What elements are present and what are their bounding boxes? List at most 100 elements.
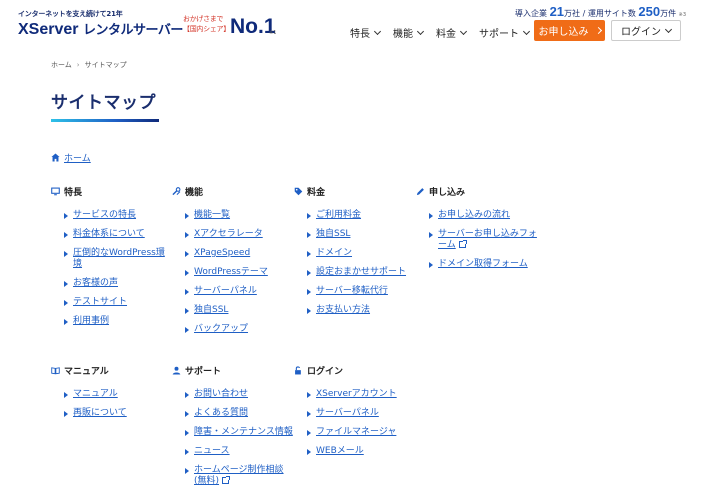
link-server-apply-form[interactable]: サーバーお申し込みフォーム xyxy=(438,229,537,250)
list-item: お支払い方法 xyxy=(307,305,414,316)
nav-support[interactable]: サポート xyxy=(479,25,531,40)
book-icon xyxy=(51,367,60,375)
nav-functions[interactable]: 機能 xyxy=(393,25,425,40)
link-server-panel-login[interactable]: サーバーパネル xyxy=(316,408,379,418)
link-resale[interactable]: 再販について xyxy=(73,408,127,418)
site-logo[interactable]: XServer レンタルサーバー xyxy=(18,19,183,39)
site-header: インターネットを支え続けて21年 XServer レンタルサーバー おかげさまで… xyxy=(0,0,710,50)
monitor-icon xyxy=(51,187,60,196)
link-manual[interactable]: マニュアル xyxy=(73,389,118,399)
link-wordpress-theme[interactable]: WordPressテーマ xyxy=(194,267,268,277)
share-badge: おかげさまで 【国内シェア】 No.1 ※1 xyxy=(183,14,283,40)
list-item: ホームページ制作相談(無料) xyxy=(185,465,285,487)
link-usage-fee[interactable]: ご利用料金 xyxy=(316,210,361,220)
link-server-panel[interactable]: サーバーパネル xyxy=(194,286,257,296)
tag-icon xyxy=(294,187,303,196)
home-link[interactable]: ホーム xyxy=(64,151,91,164)
list-item: よくある質問 xyxy=(185,408,294,419)
section-manual: マニュアル マニュアル 再販について xyxy=(51,364,171,427)
section-apply: 申し込み お申し込みの流れ サーバーお申し込みフォーム ドメイン取得フォーム xyxy=(416,185,546,278)
chevron-right-icon xyxy=(594,26,602,35)
list-item: 機能一覧 xyxy=(185,210,292,221)
list-item: サーバーお申し込みフォーム xyxy=(429,229,544,251)
list-item: 利用事例 xyxy=(64,316,171,327)
link-test-site[interactable]: テストサイト xyxy=(73,297,127,307)
section-heading: ログイン xyxy=(294,364,424,377)
list-item: ドメイン取得フォーム xyxy=(429,259,546,270)
link-backup[interactable]: バックアップ xyxy=(194,324,248,334)
section-heading: 特長 xyxy=(51,185,171,198)
list-item: お問い合わせ xyxy=(185,389,294,400)
link-xserver-account[interactable]: XServerアカウント xyxy=(316,389,397,399)
link-domain-form[interactable]: ドメイン取得フォーム xyxy=(438,259,528,269)
link-apply-flow[interactable]: お申し込みの流れ xyxy=(438,210,510,220)
link-domain[interactable]: ドメイン xyxy=(316,248,352,258)
link-maintenance-info[interactable]: 障害・メンテナンス情報 xyxy=(194,427,293,437)
list-item: サーバーパネル xyxy=(307,408,424,419)
link-faq[interactable]: よくある質問 xyxy=(194,408,248,418)
link-xpagespeed[interactable]: XPageSpeed xyxy=(194,248,250,258)
list-item: 独自SSL xyxy=(307,229,414,240)
section-support: サポート お問い合わせ よくある質問 障害・メンテナンス情報 ニュース ホームペ… xyxy=(172,364,294,495)
link-web-consult[interactable]: ホームページ制作相談(無料) xyxy=(194,465,284,486)
section-title: サポート xyxy=(185,367,222,377)
login-button[interactable]: ログイン xyxy=(611,20,681,41)
nav-features[interactable]: 特長 xyxy=(350,25,382,40)
breadcrumb-separator: › xyxy=(76,61,80,69)
list-item: 圧倒的なWordPress環境 xyxy=(64,248,171,270)
list-item: お客様の声 xyxy=(64,278,171,289)
link-ssl-pricing[interactable]: 独自SSL xyxy=(316,229,350,239)
link-ssl[interactable]: 独自SSL xyxy=(194,305,228,315)
link-case-studies[interactable]: 利用事例 xyxy=(73,316,109,326)
section-title: 機能 xyxy=(185,188,204,198)
link-news[interactable]: ニュース xyxy=(194,446,230,456)
link-setup-support[interactable]: 設定おまかせサポート xyxy=(316,267,406,277)
list-item: 再販について xyxy=(64,408,171,419)
list-item: ドメイン xyxy=(307,248,414,259)
list-item: WordPressテーマ xyxy=(185,267,292,278)
stats-sites-unit: 万件 xyxy=(660,9,677,18)
breadcrumb-home[interactable]: ホーム xyxy=(51,61,72,69)
link-contact[interactable]: お問い合わせ xyxy=(194,389,248,399)
link-wordpress-env[interactable]: 圧倒的なWordPress環境 xyxy=(73,248,165,269)
section-pricing: 料金 ご利用料金 独自SSL ドメイン 設定おまかせサポート サーバー移転代行 … xyxy=(294,185,414,324)
link-pricing-structure[interactable]: 料金体系について xyxy=(73,229,145,239)
nav-functions-label: 機能 xyxy=(393,29,413,40)
section-title: 特長 xyxy=(64,188,83,198)
sitemap-home: ホーム xyxy=(51,151,91,164)
list-item: ご利用料金 xyxy=(307,210,414,221)
section-heading: 機能 xyxy=(172,185,292,198)
usage-stats: 導入企業 21万社 / 運用サイト数 250万件 ※3 xyxy=(515,4,686,19)
link-service-features[interactable]: サービスの特長 xyxy=(73,210,136,220)
list-item: XServerアカウント xyxy=(307,389,424,400)
apply-button[interactable]: お申し込み xyxy=(534,20,605,41)
chevron-down-icon xyxy=(373,27,382,35)
stats-sites: 250 xyxy=(638,4,661,19)
link-server-migration[interactable]: サーバー移転代行 xyxy=(316,286,388,296)
list-item: テストサイト xyxy=(64,297,171,308)
link-customer-voice[interactable]: お客様の声 xyxy=(73,278,118,288)
title-underline xyxy=(51,119,159,122)
link-webmail[interactable]: WEBメール xyxy=(316,446,364,456)
list-item: 独自SSL xyxy=(185,305,292,316)
section-title: ログイン xyxy=(307,367,344,377)
list-item: ファイルマネージャ xyxy=(307,427,424,438)
chevron-down-icon xyxy=(522,27,531,35)
list-item: 設定おまかせサポート xyxy=(307,267,414,278)
nav-pricing[interactable]: 料金 xyxy=(436,25,468,40)
chevron-down-icon xyxy=(416,27,425,35)
link-file-manager[interactable]: ファイルマネージャ xyxy=(316,427,396,437)
section-title: 料金 xyxy=(307,188,326,198)
link-function-list[interactable]: 機能一覧 xyxy=(194,210,230,220)
badge-note: ※1 xyxy=(269,30,277,36)
breadcrumb: ホーム › サイトマップ xyxy=(51,60,127,70)
list-item: ニュース xyxy=(185,446,294,457)
page-title: サイトマップ xyxy=(51,93,156,113)
list-item: バックアップ xyxy=(185,324,292,335)
list-item: サーバー移転代行 xyxy=(307,286,414,297)
list-item: Xアクセラレータ xyxy=(185,229,292,240)
nav-features-label: 特長 xyxy=(350,29,370,40)
stats-companies-unit: 万社 / 運用サイト数 xyxy=(564,9,636,18)
link-x-accelerator[interactable]: Xアクセラレータ xyxy=(194,229,263,239)
link-payment-methods[interactable]: お支払い方法 xyxy=(316,305,370,315)
